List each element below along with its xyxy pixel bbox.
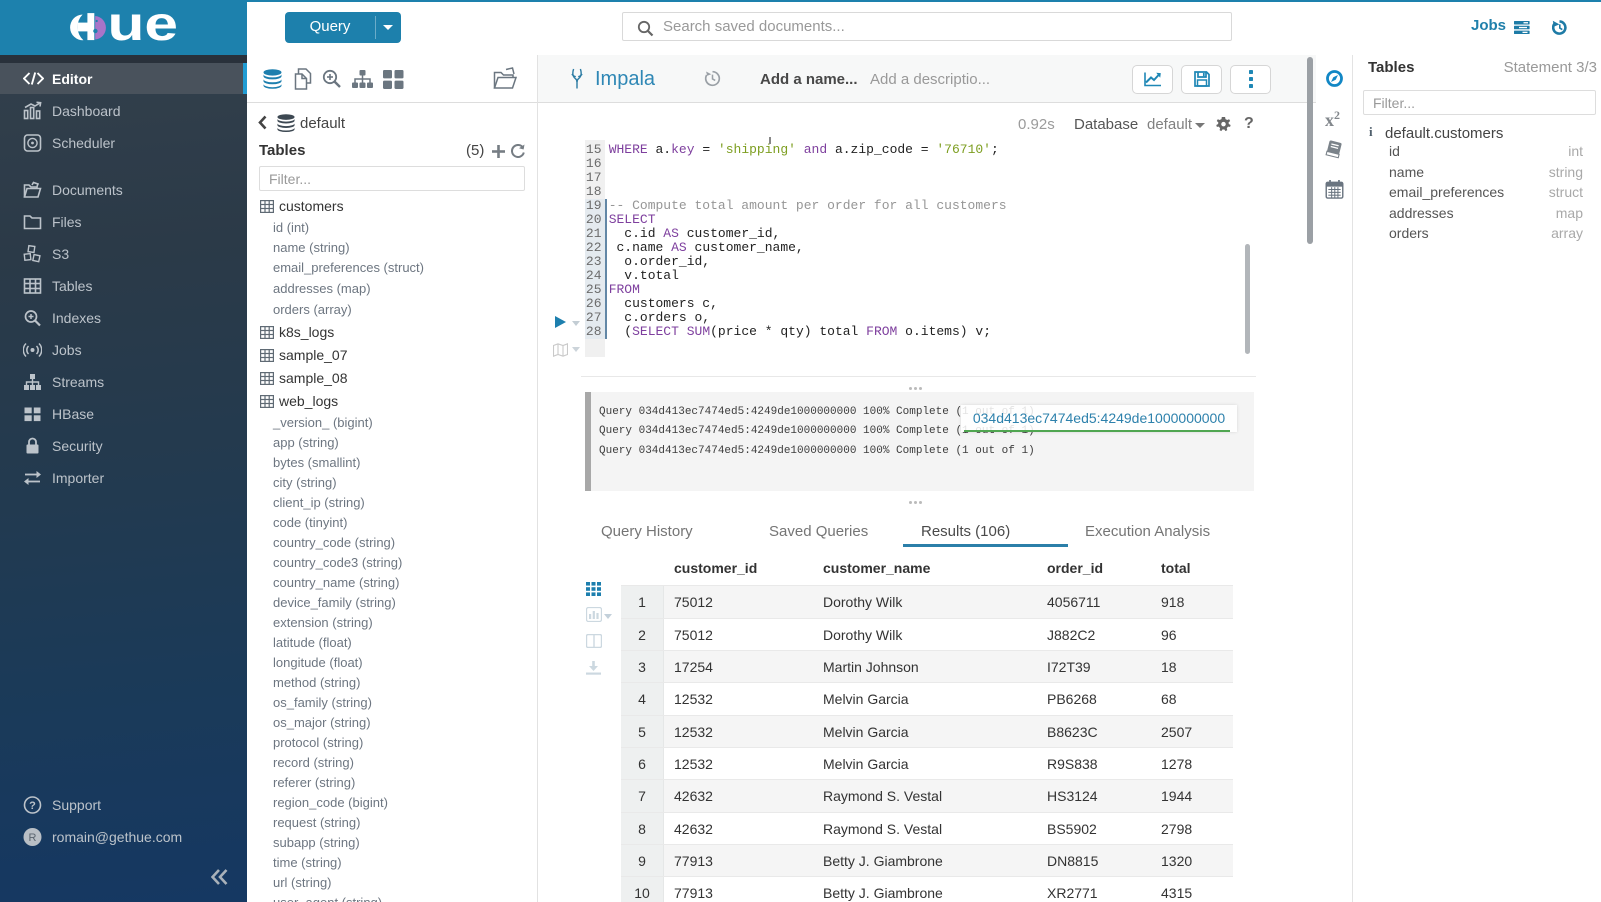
svg-text:?: ? <box>29 800 36 812</box>
svg-text:R: R <box>29 832 37 844</box>
svg-text:ue: ue <box>108 8 179 46</box>
